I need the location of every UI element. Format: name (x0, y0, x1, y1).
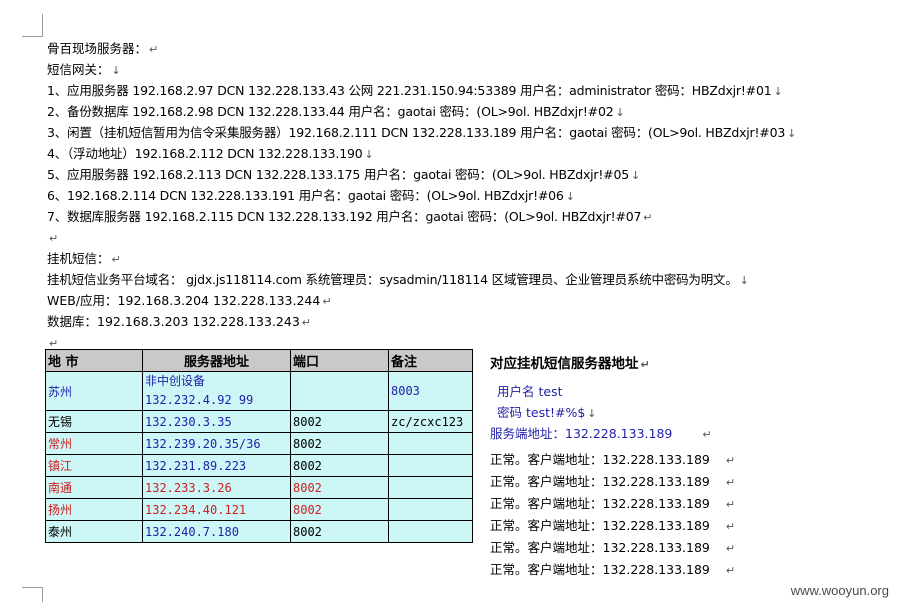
city-cell: 常州 (45, 432, 143, 455)
address-cell: 132.239.20.35/36 (142, 432, 291, 455)
note-cell (388, 432, 473, 455)
side-header: 对应挂机短信服务器地址 ↵ (490, 356, 650, 372)
watermark: www.wooyun.org (790, 583, 889, 598)
server-table: 地 市 服务器地址 端口 备注 苏州 非中创设备 132.232.4.92 99 … (45, 349, 473, 543)
table-row: 南通 132.233.3.26 8002 (45, 476, 473, 499)
port-cell: 8002 (290, 432, 389, 455)
hangup-web-line: WEB/应用：192.168.3.204 132.228.133.244 ↵ (47, 293, 332, 308)
status-line: 正常。客户端地址：132.228.133.189 ↵ (490, 540, 736, 555)
page-corner-mark-top (22, 14, 43, 37)
server-line-7: 7、数据库服务器 192.168.2.115 DCN 132.228.133.1… (47, 209, 653, 224)
sms-gateway-label: 短信网关： ↓ (47, 62, 121, 77)
table-header-row: 地 市 服务器地址 端口 备注 (45, 349, 473, 372)
server-line-4: 4、（浮动地址）192.168.2.112 DCN 132.228.133.19… (47, 146, 374, 161)
side-service-address: 服务端地址：132.228.133.189 ↵ (490, 426, 712, 441)
city-cell: 扬州 (45, 498, 143, 521)
hangup-db-line: 数据库：192.168.3.203 132.228.133.243 ↵ (47, 314, 311, 329)
header-port: 端口 (290, 349, 389, 372)
city-cell: 泰州 (45, 520, 143, 543)
address-cell: 132.233.3.26 (142, 476, 291, 499)
server-line-2: 2、备份数据库 192.168.2.98 DCN 132.228.133.44 … (47, 104, 625, 119)
header-note: 备注 (388, 349, 473, 372)
port-cell: 8002 (290, 476, 389, 499)
server-line-3: 3、闲置（挂机短信暂用为信令采集服务器）192.168.2.111 DCN 13… (47, 125, 797, 140)
section-heading: 骨百现场服务器： ↵ (47, 41, 159, 56)
table-row: 无锡 132.230.3.35 8002 zc/zcxc123 (45, 410, 473, 433)
table-row: 泰州 132.240.7.180 8002 (45, 520, 473, 543)
note-cell (388, 454, 473, 477)
port-cell (290, 371, 389, 411)
port-cell: 8002 (290, 520, 389, 543)
side-username: 用户名 test (497, 384, 563, 399)
port-cell: 8002 (290, 410, 389, 433)
table-row: 扬州 132.234.40.121 8002 (45, 498, 473, 521)
address-cell: 132.234.40.121 (142, 498, 291, 521)
server-line-6: 6、192.168.2.114 DCN 132.228.133.191 用户名：… (47, 188, 575, 203)
hangup-title: 挂机短信： ↵ (47, 251, 121, 266)
city-cell: 镇江 (45, 454, 143, 477)
note-cell (388, 476, 473, 499)
status-line: 正常。客户端地址：132.228.133.189 ↵ (490, 518, 736, 533)
page-corner-mark-bottom (22, 587, 43, 602)
status-line: 正常。客户端地址：132.228.133.189 ↵ (490, 562, 736, 577)
status-line: 正常。客户端地址：132.228.133.189 ↵ (490, 474, 736, 489)
document-body: 骨百现场服务器： ↵ 短信网关： ↓ 1、应用服务器 192.168.2.97 DC… (47, 38, 892, 353)
address-cell: 132.240.7.180 (142, 520, 291, 543)
side-password: 密码 test!#%$ ↓ (497, 405, 597, 420)
address-cell: 132.231.89.223 (142, 454, 291, 477)
status-line: 正常。客户端地址：132.228.133.189 ↵ (490, 452, 736, 467)
address-cell: 132.230.3.35 (142, 410, 291, 433)
header-city: 地 市 (45, 349, 143, 372)
note-cell (388, 498, 473, 521)
port-cell: 8002 (290, 498, 389, 521)
server-line-5: 5、应用服务器 192.168.2.113 DCN 132.228.133.17… (47, 167, 640, 182)
status-line: 正常。客户端地址：132.228.133.189 ↵ (490, 496, 736, 511)
port-cell: 8002 (290, 454, 389, 477)
table-row: 苏州 非中创设备 132.232.4.92 99 8003 (45, 371, 473, 411)
header-server-address: 服务器地址 (142, 349, 291, 372)
city-cell: 无锡 (45, 410, 143, 433)
note-cell: 8003 (388, 371, 473, 411)
table-row: 镇江 132.231.89.223 8002 (45, 454, 473, 477)
note-cell: zc/zcxc123 (388, 410, 473, 433)
blank-line: ↵ (49, 232, 59, 245)
table-row: 常州 132.239.20.35/36 8002 (45, 432, 473, 455)
server-line-1: 1、应用服务器 192.168.2.97 DCN 132.228.133.43 … (47, 83, 783, 98)
note-cell (388, 520, 473, 543)
address-cell: 非中创设备 132.232.4.92 99 (142, 371, 291, 411)
hangup-platform-line: 挂机短信业务平台域名： gjdx.js118114.com 系统管理员：sysa… (47, 272, 749, 287)
city-cell: 苏州 (45, 371, 143, 411)
city-cell: 南通 (45, 476, 143, 499)
